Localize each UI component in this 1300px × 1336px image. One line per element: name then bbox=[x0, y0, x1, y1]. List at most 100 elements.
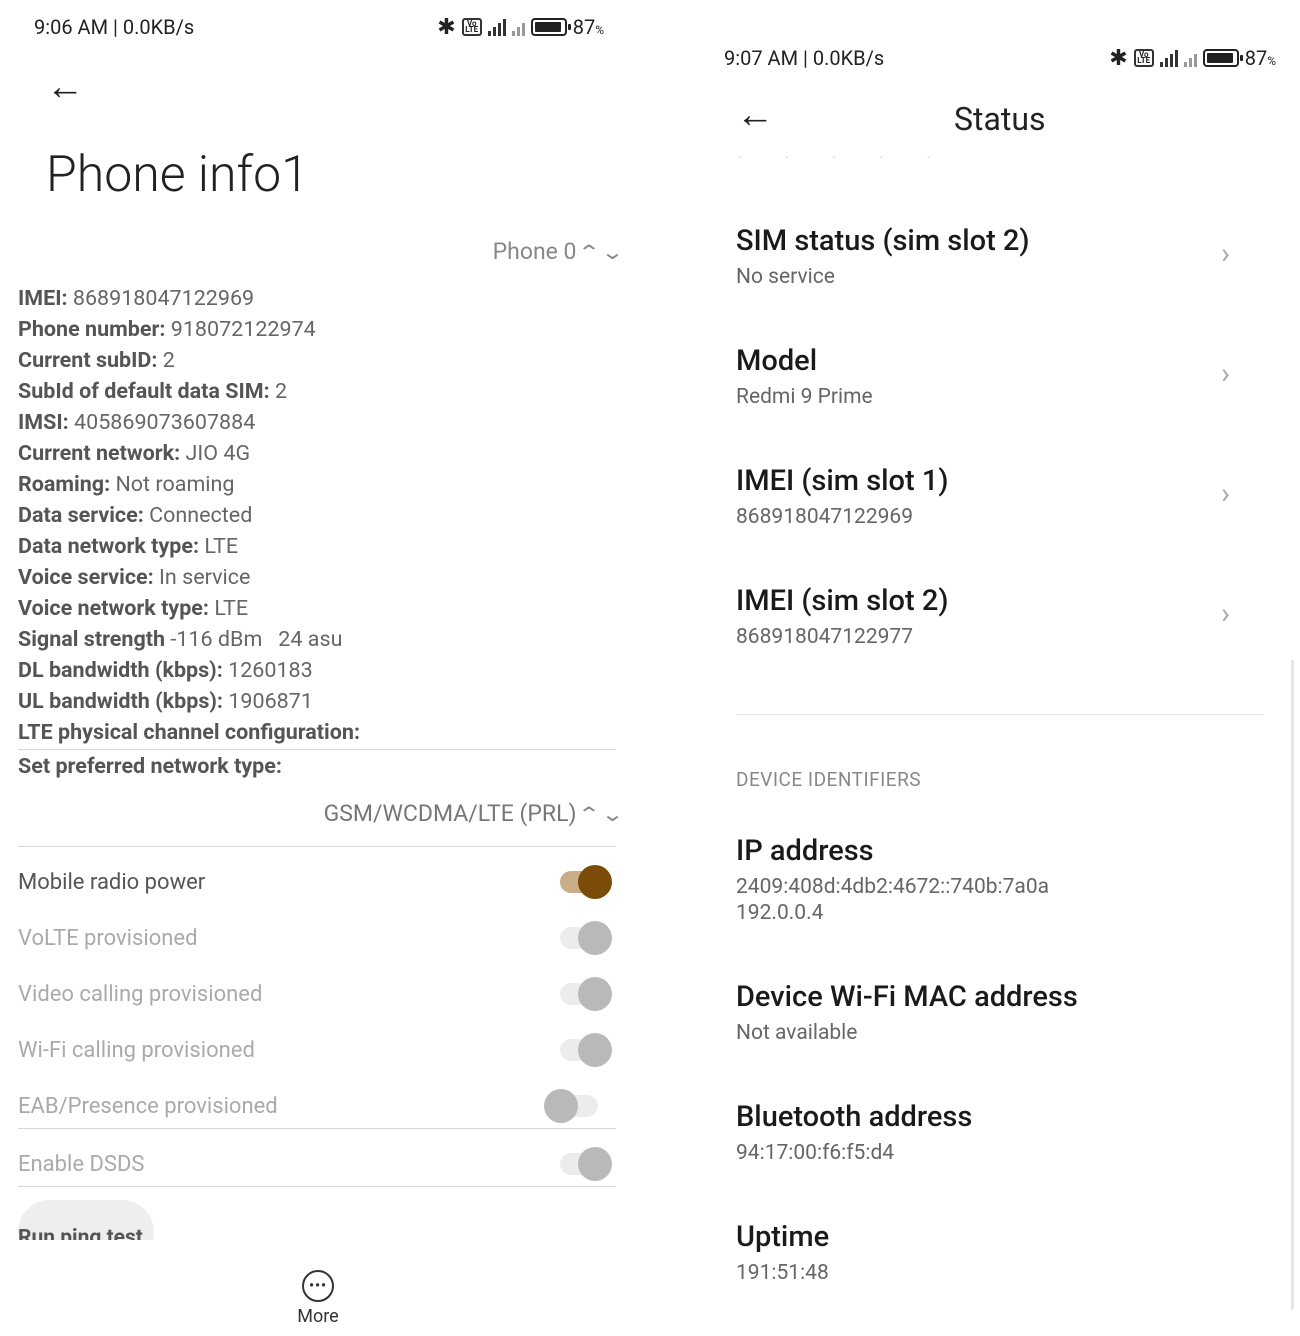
info-key: Data service: bbox=[18, 503, 144, 528]
info-row: Roaming: Not roaming bbox=[18, 472, 618, 503]
info-key: Voice service: bbox=[18, 565, 154, 590]
toggle-row[interactable]: EAB/Presence provisioned bbox=[18, 1086, 616, 1126]
preferred-network-select[interactable]: GSM/WCDMA/LTE (PRL)⌃⌄ bbox=[323, 800, 625, 827]
toggle-knob bbox=[578, 1147, 612, 1181]
status-item[interactable]: SIM status (sim slot 2) No service › bbox=[736, 224, 1266, 290]
toggle-switch[interactable] bbox=[544, 1089, 598, 1123]
status-item-title: SIM status (sim slot 2) bbox=[736, 224, 1030, 258]
toggle-switch[interactable] bbox=[560, 1033, 612, 1067]
scroll-fade: · · · · · bbox=[738, 150, 951, 166]
toggle-knob bbox=[578, 865, 612, 899]
info-row: Current network: JIO 4G bbox=[18, 441, 618, 472]
info-row: IMEI: 868918047122969 bbox=[18, 286, 618, 317]
bluetooth-icon: ✱ bbox=[437, 14, 456, 40]
toggle-knob bbox=[578, 1033, 612, 1067]
toggle-label: Enable DSDS bbox=[18, 1151, 145, 1177]
info-value: 1906871 bbox=[223, 689, 313, 714]
chevron-right-icon: › bbox=[1220, 356, 1230, 391]
toggle-switch[interactable] bbox=[560, 865, 612, 899]
back-arrow-icon[interactable]: ← bbox=[46, 68, 84, 106]
back-arrow-icon[interactable]: ← bbox=[736, 96, 774, 134]
info-key: UL bandwidth (kbps): bbox=[18, 689, 223, 714]
bluetooth-icon: ✱ bbox=[1109, 45, 1128, 71]
toggle-switch[interactable] bbox=[560, 1147, 612, 1181]
identifier-item[interactable]: IP address 2409:408d:4db2:4672::740b:7a0a… bbox=[736, 834, 1266, 926]
info-key: Phone number: bbox=[18, 317, 166, 342]
status-item[interactable]: IMEI (sim slot 2) 868918047122977 › bbox=[736, 584, 1266, 650]
status-item-value: Redmi 9 Prime bbox=[736, 385, 873, 409]
toggle-label: EAB/Presence provisioned bbox=[18, 1093, 278, 1119]
info-value: 405869073607884 bbox=[68, 410, 256, 435]
toggle-row[interactable]: Mobile radio power bbox=[18, 862, 616, 902]
info-key: IMSI: bbox=[18, 410, 69, 435]
status-time: 9:06 AM | 0.0KB/s bbox=[34, 15, 195, 39]
info-key: Data network type: bbox=[18, 534, 200, 559]
info-row: Data service: Connected bbox=[18, 503, 618, 534]
info-key: Roaming: bbox=[18, 472, 111, 497]
divider bbox=[18, 1186, 616, 1187]
info-value: -116 dBm 24 asu bbox=[165, 627, 343, 652]
info-row: Signal strength -116 dBm 24 asu bbox=[18, 627, 618, 658]
identifier-title: Device Wi-Fi MAC address bbox=[736, 980, 1078, 1014]
info-row: SubId of default data SIM: 2 bbox=[18, 379, 618, 410]
phone-selector[interactable]: Phone 0⌃⌄ bbox=[492, 238, 625, 265]
status-item-value: No service bbox=[736, 265, 835, 289]
battery-icon bbox=[1202, 49, 1243, 67]
scrollbar[interactable] bbox=[1291, 660, 1294, 1310]
status-item[interactable]: Model Redmi 9 Prime › bbox=[736, 344, 1266, 410]
info-row: Phone number: 918072122974 bbox=[18, 317, 618, 348]
info-value: Connected bbox=[143, 503, 253, 528]
toggle-row[interactable]: VoLTE provisioned bbox=[18, 918, 616, 958]
status-item-title: IMEI (sim slot 2) bbox=[736, 584, 949, 618]
identifier-item[interactable]: Device Wi-Fi MAC address Not available bbox=[736, 980, 1266, 1046]
divider bbox=[736, 714, 1264, 715]
status-icons: ✱ Vo LTE 87% bbox=[437, 15, 604, 40]
chevron-right-icon: › bbox=[1220, 476, 1230, 511]
status-item-value: 868918047122977 bbox=[736, 625, 914, 649]
identifier-value: Not available bbox=[736, 1021, 858, 1045]
info-key: DL bandwidth (kbps): bbox=[18, 658, 223, 683]
identifier-title: Bluetooth address bbox=[736, 1100, 973, 1134]
identifier-item[interactable]: Bluetooth address 94:17:00:f6:f5:d4 bbox=[736, 1100, 1266, 1166]
info-value: 1260183 bbox=[222, 658, 313, 683]
toggle-switch[interactable] bbox=[560, 977, 612, 1011]
info-value: LTE bbox=[199, 534, 239, 559]
toggle-row[interactable]: Wi-Fi calling provisioned bbox=[18, 1030, 616, 1070]
info-row: Current subID: 2 bbox=[18, 348, 618, 379]
identifier-value-2: 192.0.0.4 bbox=[736, 901, 824, 925]
toggle-knob bbox=[578, 921, 612, 955]
phone-selector-value: Phone 0 bbox=[492, 238, 577, 265]
info-row: Voice network type: LTE bbox=[18, 596, 618, 627]
phone-info-screen: 9:06 AM | 0.0KB/s ✱ Vo LTE 87% ← Phone in… bbox=[0, 0, 650, 1336]
chevron-right-icon: › bbox=[1220, 596, 1230, 631]
identifier-value: 2409:408d:4db2:4672::740b:7a0a bbox=[736, 875, 1050, 899]
info-row: LTE physical channel configuration: bbox=[18, 720, 618, 751]
divider bbox=[18, 749, 616, 750]
more-horizontal-icon: ••• bbox=[302, 1270, 334, 1302]
identifier-item[interactable]: Uptime 191:51:48 bbox=[736, 1220, 1266, 1286]
page-title: Phone info1 bbox=[46, 146, 309, 204]
volte-icon: Vo LTE bbox=[461, 18, 482, 36]
signal-icon-2 bbox=[511, 18, 525, 36]
status-item-title: Model bbox=[736, 344, 818, 378]
info-key: Current network: bbox=[18, 441, 181, 466]
status-item[interactable]: IMEI (sim slot 1) 868918047122969 › bbox=[736, 464, 1266, 530]
info-key: Signal strength bbox=[18, 627, 166, 652]
volte-icon: Vo LTE bbox=[1133, 49, 1154, 67]
info-key: IMEI: bbox=[18, 286, 68, 311]
toggle-row[interactable]: Enable DSDS bbox=[18, 1144, 616, 1184]
toggle-label: Wi-Fi calling provisioned bbox=[18, 1037, 255, 1063]
more-button[interactable]: ••• More bbox=[293, 1270, 343, 1327]
preferred-network-value: GSM/WCDMA/LTE (PRL) bbox=[323, 800, 577, 827]
toggle-knob bbox=[578, 977, 612, 1011]
section-header: DEVICE IDENTIFIERS bbox=[736, 768, 922, 791]
toggle-label: Video calling provisioned bbox=[18, 981, 263, 1007]
toggle-label: Mobile radio power bbox=[18, 869, 206, 895]
page-title: Status bbox=[954, 100, 1046, 138]
info-row: UL bandwidth (kbps): 1906871 bbox=[18, 689, 618, 720]
toggle-row[interactable]: Video calling provisioned bbox=[18, 974, 616, 1014]
toggle-switch[interactable] bbox=[560, 921, 612, 955]
status-bar: 9:06 AM | 0.0KB/s ✱ Vo LTE 87% bbox=[34, 10, 604, 44]
status-screen: 9:07 AM | 0.0KB/s ✱ Vo LTE 87% ← Status ·… bbox=[650, 0, 1300, 1336]
signal-icon bbox=[1159, 49, 1178, 67]
